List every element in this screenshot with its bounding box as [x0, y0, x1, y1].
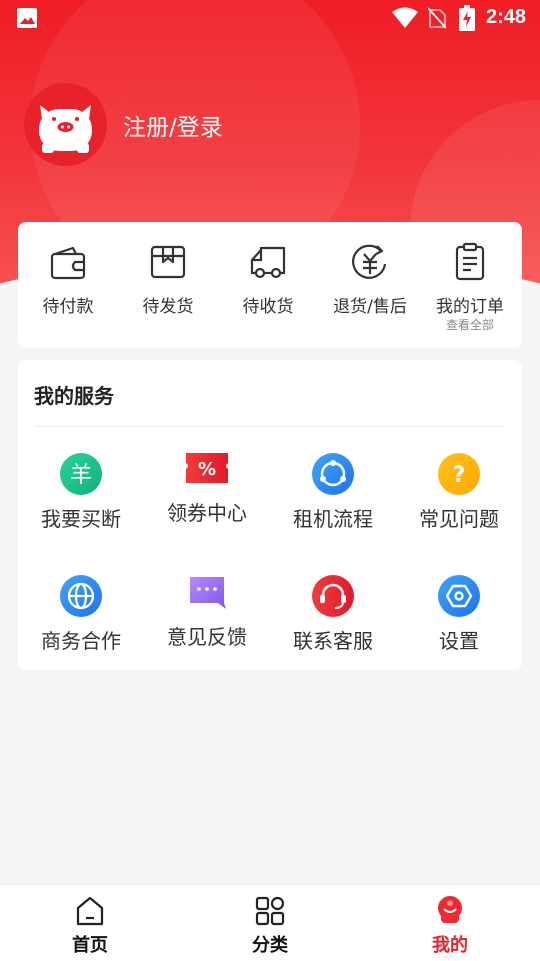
services-title: 我的服务 [34, 384, 114, 408]
service-settings[interactable]: 设置 [396, 575, 522, 685]
box-icon [150, 245, 186, 279]
user-mascot-icon [438, 896, 462, 923]
clipboard-icon [455, 242, 485, 281]
service-rental-process[interactable]: 租机流程 [270, 453, 396, 563]
buyout-icon: 羊 [60, 453, 102, 495]
tab-mine[interactable]: 我的 [360, 885, 540, 961]
image-icon [17, 8, 37, 28]
service-label: 联系客服 [293, 629, 373, 653]
divider [35, 426, 505, 427]
globe-icon [60, 575, 102, 617]
tab-label: 我的 [432, 935, 468, 956]
truck-icon [250, 246, 286, 279]
order-label: 退货/售后 [333, 297, 407, 317]
service-label: 我要买断 [41, 507, 121, 531]
bottom-nav: 首页 分类 我的 [0, 884, 540, 961]
faq-symbol: ? [453, 463, 466, 488]
buyout-symbol: 羊 [70, 463, 92, 488]
wallet-icon [50, 246, 86, 280]
status-bar: 2:48 [0, 0, 540, 36]
tab-label: 分类 [252, 935, 288, 956]
service-buyout[interactable]: 羊 我要买断 [18, 453, 144, 563]
service-label: 意见反馈 [167, 625, 247, 649]
order-label: 待发货 [142, 297, 194, 317]
view-all-label: 查看全部 [445, 318, 494, 332]
service-business-cooperation[interactable]: 商务合作 [18, 575, 144, 685]
service-coupon-center[interactable]: % 领券中心 [144, 453, 270, 563]
grid-icon [255, 896, 285, 926]
no-sim-icon [428, 7, 446, 29]
service-contact-support[interactable]: 联系客服 [270, 575, 396, 685]
service-label: 设置 [439, 629, 479, 653]
service-feedback[interactable]: 意见反馈 [144, 575, 270, 685]
my-orders[interactable]: 我的订单 查看全部 [420, 222, 520, 348]
pig-avatar-icon [39, 105, 92, 153]
battery-charging-icon [459, 5, 475, 31]
order-label: 待付款 [42, 297, 94, 317]
tab-label: 首页 [72, 935, 108, 956]
order-pending-shipment[interactable]: 待发货 [118, 222, 218, 348]
refund-icon [352, 244, 387, 279]
chat-icon [190, 577, 226, 609]
orders-card: 待付款 待发货 待收货 退货/售后 我的订单 查看全部 [18, 222, 522, 348]
service-label: 租机流程 [293, 507, 373, 531]
tab-category[interactable]: 分类 [180, 885, 360, 961]
order-pending-receipt[interactable]: 待收货 [218, 222, 318, 348]
home-icon [76, 896, 104, 926]
coupon-symbol: % [198, 459, 216, 480]
settings-icon [438, 575, 480, 617]
order-returns[interactable]: 退货/售后 [320, 222, 420, 348]
service-label: 商务合作 [41, 629, 121, 653]
coupon-icon: % [186, 453, 228, 483]
order-label: 待收货 [242, 297, 294, 317]
order-label: 我的订单 [436, 297, 504, 317]
services-card: 我的服务 羊 我要买断 % 领券中心 租机流程 ? 常见问题 商务合作 意见反馈… [18, 360, 522, 670]
status-time: 2:48 [486, 6, 527, 28]
service-label: 常见问题 [419, 507, 499, 531]
service-label: 领券中心 [167, 501, 247, 525]
login-register-link[interactable]: 注册/登录 [123, 108, 223, 142]
process-icon [312, 453, 354, 495]
order-pending-payment[interactable]: 待付款 [18, 222, 118, 348]
faq-icon: ? [438, 453, 480, 495]
wifi-icon [392, 7, 418, 28]
tab-home[interactable]: 首页 [0, 885, 180, 961]
service-faq[interactable]: ? 常见问题 [396, 453, 522, 563]
headset-icon [312, 575, 354, 617]
avatar[interactable] [24, 83, 107, 166]
